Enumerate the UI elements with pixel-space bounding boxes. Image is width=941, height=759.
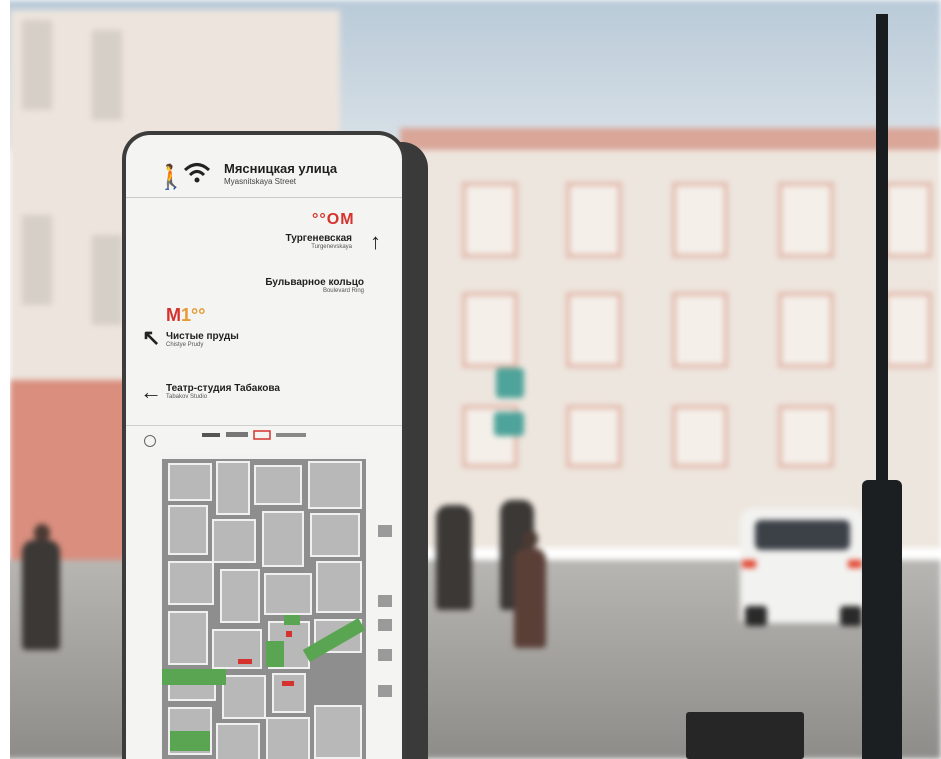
map-block (168, 505, 208, 555)
arrow-up-icon: ↑ (370, 229, 381, 254)
window (778, 182, 834, 258)
window (566, 292, 622, 368)
map-block (316, 561, 362, 613)
map-legend-icons (202, 430, 306, 440)
legend-icon (378, 595, 392, 607)
arrow-up-left-icon: ↖ (142, 325, 161, 350)
car-taillight (848, 560, 862, 568)
destination-label: Театр-студия Табакова (166, 383, 280, 394)
signboard-header: 🚶 Мясницкая улица Myasnitskaya Street (126, 135, 402, 198)
window (566, 405, 622, 468)
metro-logo-mid: М1°° (166, 305, 205, 326)
window (92, 30, 122, 120)
map-legend-column (374, 455, 398, 759)
window (672, 292, 728, 368)
map-block (266, 717, 310, 759)
window (672, 182, 728, 258)
trash-bin (686, 712, 804, 759)
building-cornice (400, 128, 941, 150)
map-marker (286, 631, 292, 637)
destination-turgenevskaya: Тургеневская Turgenevskaya (286, 233, 352, 250)
pedestrian-head (34, 524, 50, 542)
map-park (170, 731, 210, 751)
map-block (314, 705, 362, 759)
pedestrian (514, 548, 546, 648)
destination-label-en: Tabakov Studio (166, 394, 208, 400)
car-tire (745, 606, 767, 626)
map-block (254, 465, 302, 505)
map-block (272, 673, 306, 713)
map-block (216, 461, 250, 515)
car-taillight (742, 560, 756, 568)
map-block (262, 511, 304, 567)
destination-boulevard-ring: Бульварное кольцо Boulevard Ring (265, 277, 364, 294)
map-block (168, 561, 214, 605)
car-tire (840, 606, 862, 626)
destination-label: Бульварное кольцо (265, 277, 364, 288)
window (778, 405, 834, 468)
window (566, 182, 622, 258)
window (778, 292, 834, 368)
wifi-icon (183, 163, 211, 183)
image-border (0, 0, 10, 759)
window (884, 292, 932, 368)
destination-chistye-prudy: Чистые пруды Chistye Prudy (166, 331, 239, 348)
map-block (168, 611, 208, 665)
destination-label-en: Boulevard Ring (322, 288, 364, 294)
neighborhood-map (162, 455, 366, 759)
metro-line-dots: 1°° (181, 305, 206, 325)
legend-icon (378, 649, 392, 661)
window (884, 182, 932, 258)
arrow-left-icon: ← (140, 379, 162, 404)
map-block (212, 629, 262, 669)
map-block (216, 723, 260, 759)
wayfinding-signboard: 🚶 Мясницкая улица Myasnitskaya Street °°… (122, 131, 406, 759)
car-window (755, 520, 850, 550)
legend-icon (378, 619, 392, 631)
metro-logo-top: °°ОМ (312, 211, 355, 228)
legend-icon (378, 525, 392, 537)
map-park (266, 641, 284, 667)
map-block (222, 675, 266, 719)
map-marker (282, 681, 294, 686)
pedestrian-head (522, 530, 538, 548)
map-block (168, 463, 212, 501)
map-block (264, 573, 312, 615)
street-name-en: Myasnitskaya Street (224, 177, 297, 186)
window (92, 235, 122, 325)
lamp-post-base (862, 480, 902, 759)
map-park (284, 615, 300, 625)
map-block (308, 461, 362, 509)
destination-label: Чистые пруды (166, 331, 239, 342)
destination-tabakov-studio: Театр-студия Табакова Tabakov Studio (166, 383, 280, 400)
destination-label-en: Chistye Prudy (166, 342, 204, 348)
map-block (310, 513, 360, 557)
map-block (220, 569, 260, 623)
metro-letter: М (166, 305, 181, 325)
window (462, 292, 518, 368)
map-marker (238, 659, 252, 664)
pedestrian (436, 505, 472, 610)
pedestrian (22, 540, 60, 650)
compass-icon (144, 435, 156, 447)
window (22, 215, 52, 305)
map-street (162, 455, 366, 459)
destination-label-en: Turgenevskaya (311, 244, 352, 250)
window (462, 182, 518, 258)
destination-label: Тургеневская (285, 233, 352, 244)
map-block (212, 519, 256, 563)
map-park (162, 669, 226, 685)
photo: 🚶 Мясницкая улица Myasnitskaya Street °°… (0, 0, 941, 759)
traffic-sign (496, 368, 524, 398)
window (22, 20, 52, 110)
legend-icon (378, 685, 392, 697)
street-name: Мясницкая улица (224, 161, 338, 176)
window (672, 405, 728, 468)
traffic-sign (494, 412, 524, 436)
